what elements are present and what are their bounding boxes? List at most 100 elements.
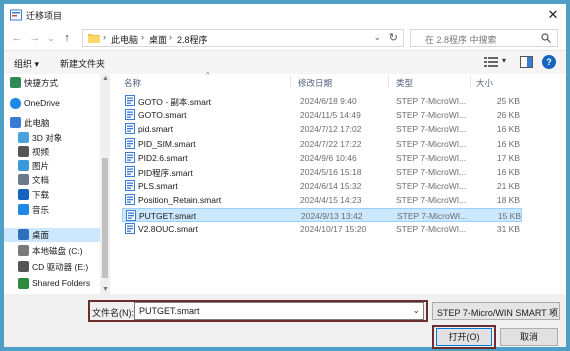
file-size: 16 KB — [496, 124, 520, 135]
sidebar-item[interactable]: 此电脑 — [4, 116, 100, 130]
scroll-down-icon[interactable]: ▼ — [102, 286, 109, 293]
file-type: STEP 7-MicroWI... — [396, 110, 467, 121]
breadcrumb-this-pc[interactable]: 此电脑 — [111, 33, 138, 46]
file-type-value[interactable]: STEP 7-Micro/WIN SMART 项 — [437, 306, 558, 319]
sidebar-item[interactable]: 视频 — [4, 145, 100, 159]
file-date: 2024/11/5 14:49 — [300, 110, 361, 121]
file-date: 2024/10/17 15:20 — [300, 223, 367, 234]
breadcrumb-separator[interactable]: › — [141, 32, 144, 42]
view-options-icon[interactable] — [484, 56, 498, 68]
address-bar[interactable]: › 此电脑 › 桌面 › 2.8程序 ⌄ ↻ — [82, 29, 404, 47]
column-divider[interactable] — [290, 76, 291, 88]
navigation-pane-scrollbar[interactable]: ▲ ▼ — [100, 74, 110, 294]
file-row[interactable]: pid.smart 2024/7/12 17:02 STEP 7-MicroWI..… — [122, 122, 522, 136]
cloud-icon — [10, 98, 21, 109]
sidebar-item-label: 快捷方式 — [24, 78, 59, 88]
file-size: 16 KB — [496, 138, 520, 149]
file-type: STEP 7-MicroWI... — [396, 152, 467, 163]
sidebar-item[interactable]: 音乐 — [4, 203, 100, 217]
column-header-date[interactable]: 修改日期 — [298, 77, 332, 89]
file-type: STEP 7-MicroWI... — [396, 195, 467, 206]
scrollbar-thumb[interactable] — [102, 158, 108, 278]
file-row[interactable]: V2.8OUC.smart 2024/10/17 15:20 STEP 7-Micr… — [122, 222, 522, 236]
back-button[interactable]: ← — [10, 31, 24, 45]
view-dropdown-icon[interactable]: ▾ — [502, 56, 506, 65]
sidebar-item[interactable]: 图片 — [4, 159, 100, 173]
sidebar-item-label: 3D 对象 — [32, 133, 63, 143]
sidebar-item[interactable]: 文档 — [4, 173, 100, 187]
breadcrumb-current-folder[interactable]: 2.8程序 — [177, 33, 208, 46]
file-type: STEP 7-MicroWI... — [397, 210, 468, 221]
cancel-button[interactable]: 取消 — [500, 328, 558, 346]
breadcrumb-desktop[interactable]: 桌面 — [149, 33, 167, 46]
recent-locations-button[interactable]: ⌄ — [44, 31, 58, 45]
filename-input[interactable]: PUTGET.smart ⌄ — [134, 302, 424, 320]
file-name: PID_SIM.smart — [138, 138, 196, 149]
file-type-select[interactable]: STEP 7-Micro/WIN SMART 项 ⌄ — [432, 302, 560, 320]
smart-file-icon — [125, 166, 135, 177]
sidebar-item[interactable]: Shared Folders — [4, 277, 100, 291]
preview-pane-icon[interactable] — [520, 56, 533, 68]
search-box[interactable]: 在 2.8程序 中搜索 — [410, 29, 558, 47]
file-date: 2024/6/18 9:40 — [300, 96, 357, 106]
file-size: 21 KB — [496, 181, 520, 192]
organize-button[interactable]: 组织 ▾ — [14, 57, 39, 70]
column-header-type[interactable]: 类型 — [396, 77, 413, 89]
folder-icon — [88, 34, 100, 43]
refresh-icon[interactable]: ↻ — [389, 31, 398, 44]
video-icon — [18, 146, 29, 157]
file-name: V2.8OUC.smart — [138, 223, 198, 234]
column-header-name[interactable]: 名称 — [124, 77, 141, 89]
desktop-icon — [18, 229, 29, 240]
smart-file-icon — [125, 123, 135, 135]
smart-file-icon — [125, 194, 135, 206]
filename-value[interactable]: PUTGET.smart — [139, 306, 200, 316]
cd-drive-icon — [18, 261, 29, 272]
new-folder-button[interactable]: 新建文件夹 — [60, 57, 105, 70]
smart-file-icon — [126, 209, 136, 221]
sidebar-item[interactable]: 桌面 — [4, 228, 100, 242]
file-size: 31 KB — [496, 223, 520, 234]
address-dropdown-icon[interactable]: ⌄ — [373, 32, 381, 43]
open-button[interactable]: 打开(O) — [436, 328, 492, 346]
file-size: 26 KB — [496, 110, 520, 121]
sidebar-item[interactable]: 3D 对象 — [4, 131, 100, 145]
help-icon[interactable]: ? — [542, 55, 556, 69]
file-row[interactable]: PID2.6.smart 2024/9/6 10:46 STEP 7-MicroWI… — [122, 151, 522, 165]
file-date: 2024/7/22 17:22 — [300, 138, 362, 149]
close-button[interactable]: ✕ — [544, 6, 562, 24]
file-row[interactable]: PID程序.smart 2024/5/16 15:18 STEP 7-MicroWI… — [122, 165, 522, 179]
search-placeholder: 在 2.8程序 中搜索 — [425, 35, 497, 45]
sidebar-item-label: Shared Folders — [32, 278, 91, 288]
sidebar-item[interactable]: 下载 — [4, 188, 100, 202]
file-row[interactable]: PLS.smart 2024/6/14 15:32 STEP 7-MicroWI..… — [122, 179, 522, 193]
file-name: PID程序.smart — [138, 168, 193, 178]
file-row[interactable]: PUTGET.smart 2024/9/13 13:42 STEP 7-MicroW… — [122, 207, 522, 222]
file-row[interactable]: Position_Retain.smart 2024/4/15 14:23 STEP… — [122, 193, 522, 207]
sidebar-item-label: 音乐 — [32, 205, 50, 215]
sidebar-item[interactable]: CD 驱动器 (E:) — [4, 260, 100, 274]
up-button[interactable]: ↑ — [60, 31, 74, 45]
sidebar-item[interactable]: 快捷方式 — [4, 76, 100, 90]
file-list: ^ 名称 修改日期 类型 大小 GOTO - 副本.smart 2024/6/18… — [110, 72, 566, 294]
command-bar: 组织 ▾ 新建文件夹 ▾ ? — [4, 50, 566, 74]
file-row[interactable]: GOTO.smart 2024/11/5 14:49 STEP 7-MicroWI.… — [122, 108, 522, 122]
scroll-up-icon[interactable]: ▲ — [102, 75, 109, 82]
file-type-dropdown-icon[interactable]: ⌄ — [548, 305, 556, 316]
breadcrumb-separator[interactable]: › — [169, 32, 172, 42]
drive-icon — [18, 245, 29, 256]
file-type: STEP 7-MicroWI... — [396, 96, 467, 106]
column-header-size[interactable]: 大小 — [476, 77, 493, 89]
file-name-area: 文件名(N): PUTGET.smart ⌄ STEP 7-Micro/WIN … — [4, 294, 566, 349]
filename-label: 文件名(N): — [92, 308, 134, 318]
sidebar-item[interactable]: OneDrive — [4, 97, 100, 111]
column-divider[interactable] — [470, 76, 471, 88]
column-divider[interactable] — [388, 76, 389, 88]
sidebar-item[interactable]: 本地磁盘 (C:) — [4, 244, 100, 258]
forward-button[interactable]: → — [28, 31, 42, 45]
file-date: 2024/4/15 14:23 — [300, 195, 362, 206]
file-row[interactable]: GOTO - 副本.smart 2024/6/18 9:40 STEP 7-Micr… — [122, 94, 522, 108]
file-row[interactable]: PID_SIM.smart 2024/7/22 17:22 STEP 7-Micro… — [122, 137, 522, 151]
filename-dropdown-icon[interactable]: ⌄ — [412, 305, 420, 316]
search-icon — [541, 33, 551, 43]
